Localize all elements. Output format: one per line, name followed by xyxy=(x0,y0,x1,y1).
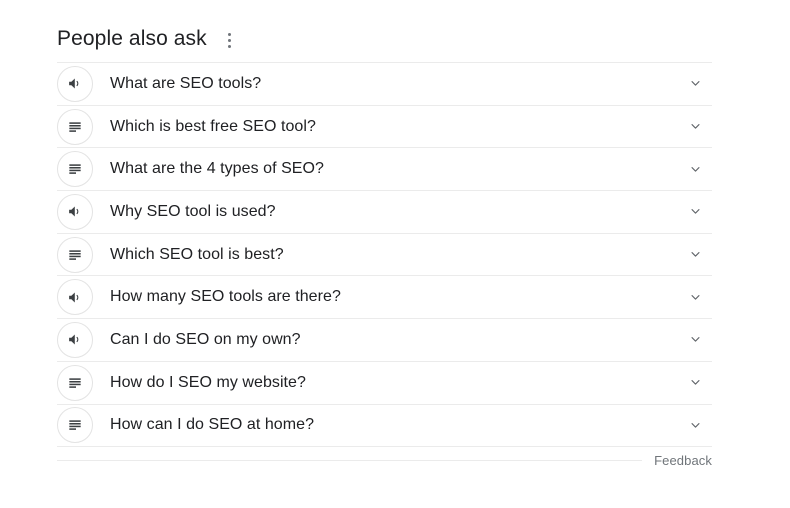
speaker-icon xyxy=(57,321,93,358)
question-row[interactable]: How do I SEO my website? xyxy=(57,362,712,405)
kebab-dot xyxy=(228,38,232,42)
chevron-down-icon[interactable] xyxy=(682,284,708,310)
speaker-icon xyxy=(57,193,93,230)
text-lines-icon xyxy=(57,364,93,401)
question-text: Can I do SEO on my own? xyxy=(110,330,301,348)
chevron-down-icon[interactable] xyxy=(682,242,708,268)
kebab-dot xyxy=(228,44,232,48)
question-text: Why SEO tool is used? xyxy=(110,202,276,220)
question-text: How do I SEO my website? xyxy=(110,373,306,391)
question-row[interactable]: Can I do SEO on my own? xyxy=(57,319,712,362)
question-text: Which SEO tool is best? xyxy=(110,245,284,263)
text-lines-icon xyxy=(57,407,93,444)
more-options-icon[interactable] xyxy=(221,29,239,51)
question-row[interactable]: Which is best free SEO tool? xyxy=(57,106,712,149)
speaker-icon xyxy=(57,279,93,316)
text-lines-icon xyxy=(57,108,93,145)
page-title: People also ask xyxy=(57,27,207,50)
text-lines-icon xyxy=(57,151,93,188)
question-row[interactable]: What are SEO tools? xyxy=(57,63,712,106)
chevron-down-icon[interactable] xyxy=(682,370,708,396)
question-row[interactable]: Why SEO tool is used? xyxy=(57,191,712,234)
question-row[interactable]: What are the 4 types of SEO? xyxy=(57,148,712,192)
module-footer: Feedback xyxy=(57,447,712,475)
question-row[interactable]: How many SEO tools are there? xyxy=(57,276,712,320)
text-lines-icon xyxy=(57,236,93,273)
chevron-down-icon[interactable] xyxy=(682,199,708,225)
chevron-down-icon[interactable] xyxy=(682,114,708,140)
question-text: What are SEO tools? xyxy=(110,74,262,92)
question-row[interactable]: Which SEO tool is best? xyxy=(57,234,712,277)
feedback-link[interactable]: Feedback xyxy=(642,452,712,471)
chevron-down-icon[interactable] xyxy=(682,71,708,97)
footer-divider xyxy=(57,460,712,462)
question-row[interactable]: How can I do SEO at home? xyxy=(57,405,712,448)
kebab-dot xyxy=(228,32,232,36)
question-text: Which is best free SEO tool? xyxy=(110,117,316,135)
speaker-icon xyxy=(57,65,93,102)
chevron-down-icon[interactable] xyxy=(682,327,708,353)
question-text: How many SEO tools are there? xyxy=(110,288,341,306)
people-also-ask-module: People also ask What are SEO tools? Which… xyxy=(57,0,712,475)
question-text: What are the 4 types of SEO? xyxy=(110,160,324,178)
module-header: People also ask xyxy=(57,0,712,62)
question-list: What are SEO tools? Which is best free SE… xyxy=(57,62,712,448)
question-text: How can I do SEO at home? xyxy=(110,416,315,434)
chevron-down-icon[interactable] xyxy=(682,412,708,438)
chevron-down-icon[interactable] xyxy=(682,156,708,182)
